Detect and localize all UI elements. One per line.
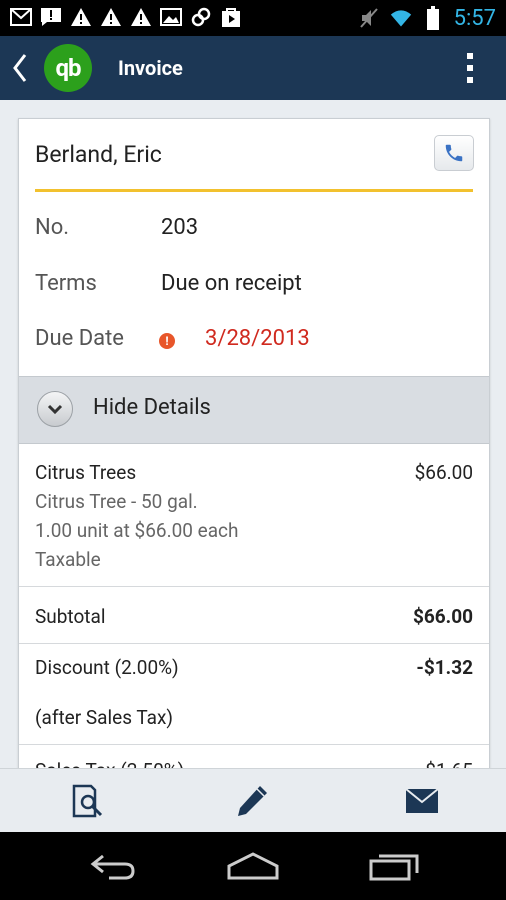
home-nav-icon	[227, 852, 279, 880]
header-divider	[35, 189, 473, 192]
warning-icon	[100, 6, 122, 28]
line-item-quantity: 1.00 unit at $66.00 each	[35, 519, 239, 542]
divider	[19, 586, 489, 587]
wifi-icon	[390, 7, 412, 29]
line-item-description: Citrus Tree - 50 gal.	[35, 490, 198, 513]
clock: 5:57	[453, 5, 496, 31]
preview-button[interactable]	[68, 781, 108, 821]
back-nav-button[interactable]	[78, 846, 148, 886]
phone-icon	[445, 144, 463, 162]
bottom-action-bar	[0, 768, 506, 833]
back-nav-icon	[90, 854, 135, 880]
line-item-name: Citrus Trees	[35, 461, 137, 484]
recent-apps-icon	[369, 854, 419, 881]
divider	[19, 744, 489, 745]
email-icon	[405, 788, 439, 813]
chevron-down-icon	[37, 391, 73, 427]
page-title: Invoice	[118, 56, 183, 80]
line-item-tax-status: Taxable	[35, 548, 101, 571]
status-bar: 5:57	[0, 0, 506, 36]
details-toggle-label: Hide Details	[93, 395, 211, 420]
warning-icon	[130, 6, 152, 28]
subtotal-value: $66.00	[412, 605, 473, 628]
discount-value: -$1.32	[416, 656, 473, 679]
battery-icon	[422, 6, 444, 30]
due-date-label: Due Date	[35, 326, 124, 351]
image-icon	[160, 6, 182, 28]
discount-note: (after Sales Tax)	[35, 706, 174, 729]
preview-icon	[72, 784, 103, 818]
overdue-alert-icon: !	[159, 333, 175, 349]
discount-label: Discount (2.00%)	[35, 656, 179, 679]
due-date-value: 3/28/2013	[205, 326, 310, 351]
invoice-number: 203	[161, 215, 199, 240]
number-label: No.	[35, 215, 70, 240]
chevron-left-icon	[13, 54, 27, 82]
customer-name[interactable]: Berland, Eric	[35, 141, 162, 168]
logo-text: qb	[55, 54, 81, 82]
line-item-amount: $66.00	[414, 461, 473, 484]
sync-icon	[190, 6, 212, 28]
back-button[interactable]	[10, 50, 30, 86]
overflow-dot	[467, 65, 473, 71]
divider	[19, 643, 489, 644]
gmail-icon	[10, 6, 32, 28]
message-alert-icon	[40, 6, 62, 28]
mute-icon	[358, 7, 380, 29]
system-navigation-bar	[0, 832, 506, 900]
invoice-card: Berland, Eric No. 203 Terms Due on recei…	[18, 118, 490, 780]
play-store-icon	[220, 6, 242, 28]
overflow-dot	[467, 77, 473, 83]
app-bar: qb Invoice	[0, 36, 506, 100]
overflow-menu-button[interactable]	[458, 50, 482, 86]
overflow-dot	[467, 53, 473, 59]
edit-icon	[238, 786, 267, 816]
email-button[interactable]	[402, 781, 442, 821]
terms-value: Due on receipt	[161, 271, 302, 296]
hide-details-toggle[interactable]: Hide Details	[19, 376, 489, 444]
edit-button[interactable]	[232, 781, 272, 821]
warning-icon	[70, 6, 92, 28]
terms-label: Terms	[35, 271, 97, 296]
subtotal-label: Subtotal	[35, 605, 106, 628]
quickbooks-logo[interactable]: qb	[44, 44, 92, 92]
call-button[interactable]	[434, 135, 474, 171]
home-nav-button[interactable]	[218, 846, 288, 886]
recent-apps-button[interactable]	[360, 846, 430, 886]
